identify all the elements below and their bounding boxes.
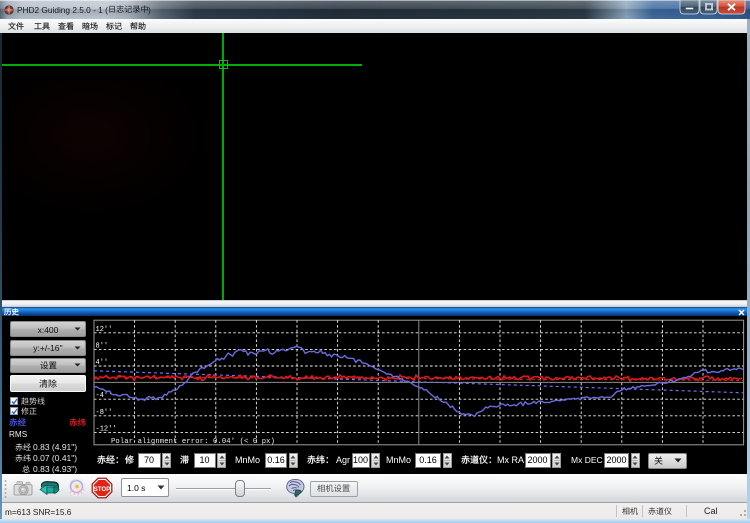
svg-text:-12'': -12'' (96, 425, 117, 433)
svg-text:4'': 4'' (96, 359, 109, 367)
svg-text:STOP: STOP (94, 486, 111, 493)
svg-text:Polar alignment error: 0.04' (: Polar alignment error: 0.04' (< 0 px) (111, 438, 275, 446)
svg-text:8'': 8'' (96, 342, 109, 350)
svg-text:12'': 12'' (96, 326, 113, 334)
svg-text:-8'': -8'' (96, 409, 113, 417)
svg-text:-4'': -4'' (96, 392, 113, 400)
